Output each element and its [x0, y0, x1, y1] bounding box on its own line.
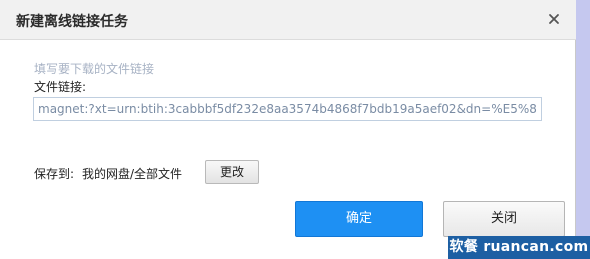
close-icon[interactable]: [545, 10, 563, 28]
dialog-titlebar: 新建离线链接任务: [0, 0, 576, 40]
file-link-input[interactable]: [33, 97, 542, 121]
new-offline-task-dialog: 新建离线链接任务 填写要下载的文件链接 文件链接: 保存到: 我的网盘/全部文件…: [0, 0, 576, 259]
confirm-button[interactable]: 确定: [295, 201, 423, 237]
save-path: 我的网盘/全部文件: [82, 167, 183, 181]
save-to-label: 保存到:: [34, 167, 75, 181]
close-button[interactable]: 关闭: [443, 201, 565, 237]
link-label: 文件链接:: [34, 80, 87, 94]
link-hint: 填写要下载的文件链接: [34, 62, 155, 76]
site-watermark: 软餐 ruancan.com: [448, 236, 590, 259]
change-location-button[interactable]: 更改: [205, 160, 259, 184]
dialog-title: 新建离线链接任务: [16, 14, 128, 30]
